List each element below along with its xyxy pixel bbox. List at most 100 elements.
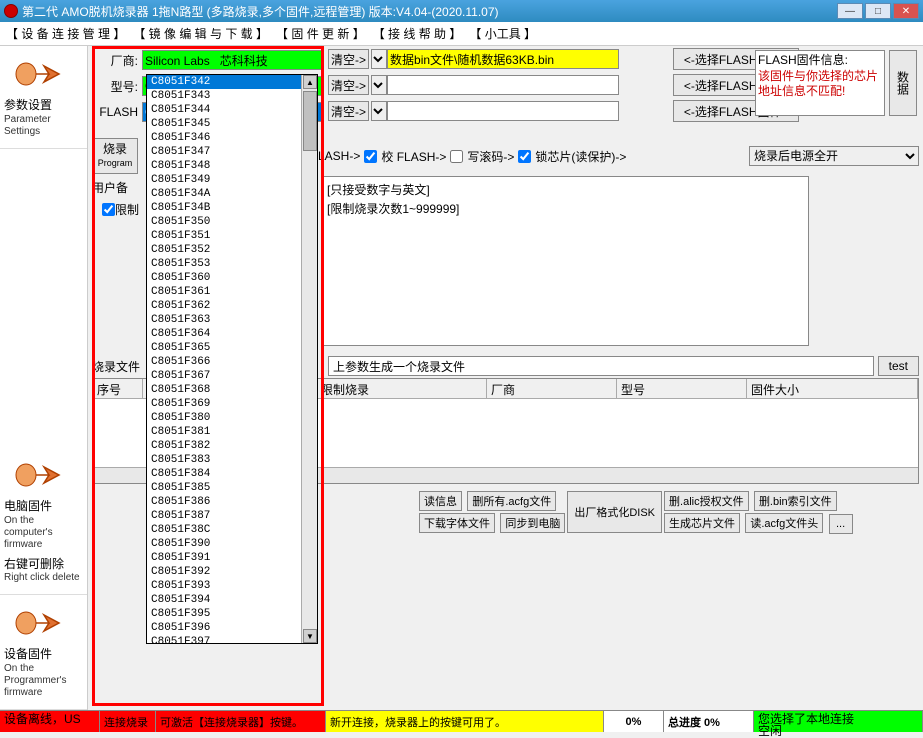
- dropdown-item[interactable]: C8051F384: [147, 467, 317, 481]
- clear3-select[interactable]: [371, 101, 387, 121]
- scroll-down-icon[interactable]: ▼: [303, 629, 317, 643]
- usernote-label: 用户备: [92, 179, 148, 196]
- limit-checkbox[interactable]: [102, 203, 115, 216]
- clear1-button[interactable]: 清空->: [328, 49, 369, 69]
- minimize-button[interactable]: —: [837, 3, 863, 19]
- menu-wiring[interactable]: 【 接 线 帮 助 】: [373, 25, 462, 42]
- notes-box[interactable]: [只接受数字与英文] [限制烧录次数1~999999]: [322, 176, 809, 346]
- limit-label: 限制: [115, 201, 139, 218]
- data-button[interactable]: 数据: [889, 50, 917, 116]
- dropdown-item[interactable]: C8051F342: [147, 75, 317, 89]
- dropdown-item[interactable]: C8051F393: [147, 579, 317, 593]
- dropdown-item[interactable]: C8051F343: [147, 89, 317, 103]
- dropdown-item[interactable]: C8051F395: [147, 607, 317, 621]
- dlfont-button[interactable]: 下载字体文件: [419, 513, 495, 533]
- sidebar-devfw[interactable]: 设备固件 On the Programmer's firmware: [0, 595, 87, 710]
- menu-image[interactable]: 【 镜 像 编 辑 与 下 载 】: [133, 25, 268, 42]
- dropdown-item[interactable]: C8051F385: [147, 481, 317, 495]
- dropdown-item[interactable]: C8051F365: [147, 341, 317, 355]
- dropdown-item[interactable]: C8051F348: [147, 159, 317, 173]
- dropdown-item[interactable]: C8051F382: [147, 439, 317, 453]
- dropdown-item[interactable]: C8051F349: [147, 173, 317, 187]
- window-title: 第二代 AMO脱机烧录器 1拖N路型 (多路烧录,多个固件,远程管理) 版本:V…: [22, 3, 835, 20]
- readinfo-button[interactable]: 读信息: [419, 491, 462, 511]
- status-connect: 连接烧录: [100, 711, 156, 732]
- sidebar-params[interactable]: 参数设置 Parameter Settings: [0, 46, 87, 149]
- dropdown-item[interactable]: C8051F344: [147, 103, 317, 117]
- dropdown-item[interactable]: C8051F396: [147, 621, 317, 635]
- dropdown-item[interactable]: C8051F366: [147, 355, 317, 369]
- dropdown-scrollbar[interactable]: ▲ ▼: [301, 75, 317, 643]
- clear2-select[interactable]: [371, 75, 387, 95]
- dropdown-item[interactable]: C8051F367: [147, 369, 317, 383]
- dropdown-item[interactable]: C8051F34B: [147, 201, 317, 215]
- dropdown-item[interactable]: C8051F394: [147, 593, 317, 607]
- dropdown-item[interactable]: C8051F380: [147, 411, 317, 425]
- readacfghdr-button[interactable]: 读.acfg文件头: [745, 513, 823, 533]
- dropdown-item[interactable]: C8051F383: [147, 453, 317, 467]
- col-model[interactable]: 型号: [617, 379, 747, 398]
- delalic-button[interactable]: 删.alic授权文件: [664, 491, 749, 511]
- dropdown-item[interactable]: C8051F368: [147, 383, 317, 397]
- path1-field[interactable]: 数据bin文件\随机数据63KB.bin: [387, 49, 619, 69]
- menu-device[interactable]: 【 设 备 连 接 管 理 】: [6, 25, 125, 42]
- status-total: 总进度 0%: [664, 711, 754, 732]
- col-size[interactable]: 固件大小: [747, 379, 918, 398]
- more-button[interactable]: ...: [829, 514, 853, 534]
- maximize-button[interactable]: □: [865, 3, 891, 19]
- dropdown-item[interactable]: C8051F352: [147, 243, 317, 257]
- syncpc-button[interactable]: 同步到电脑: [500, 513, 565, 533]
- chk-lock[interactable]: [518, 150, 531, 163]
- dropdown-item[interactable]: C8051F347: [147, 145, 317, 159]
- dropdown-item[interactable]: C8051F345: [147, 117, 317, 131]
- dropdown-item[interactable]: C8051F34A: [147, 187, 317, 201]
- clear1-select[interactable]: [371, 49, 387, 69]
- window-titlebar: 第二代 AMO脱机烧录器 1拖N路型 (多路烧录,多个固件,远程管理) 版本:V…: [0, 0, 923, 22]
- model-dropdown[interactable]: C8051F342C8051F343C8051F344C8051F345C805…: [146, 74, 318, 644]
- close-button[interactable]: ✕: [893, 3, 919, 19]
- dropdown-item[interactable]: C8051F369: [147, 397, 317, 411]
- dropdown-item[interactable]: C8051F386: [147, 495, 317, 509]
- test-button[interactable]: test: [878, 356, 919, 376]
- dropdown-item[interactable]: C8051F360: [147, 271, 317, 285]
- clear2-button[interactable]: 清空->: [328, 75, 369, 95]
- dropdown-item[interactable]: C8051F392: [147, 565, 317, 579]
- vendor-select[interactable]: [142, 50, 322, 70]
- dropdown-item[interactable]: C8051F381: [147, 425, 317, 439]
- clear3-button[interactable]: 清空->: [328, 101, 369, 121]
- path3-field[interactable]: [387, 101, 619, 121]
- delacfg-button[interactable]: 删所有.acfg文件: [467, 491, 556, 511]
- dropdown-item[interactable]: C8051F362: [147, 299, 317, 313]
- dropdown-item[interactable]: C8051F350: [147, 215, 317, 229]
- dropdown-item[interactable]: C8051F390: [147, 537, 317, 551]
- sidebar-pcfw[interactable]: 电脑固件 On the computer's firmware 右键可删除 Ri…: [0, 447, 87, 595]
- menu-firmware[interactable]: 【 固 件 更 新 】: [276, 25, 365, 42]
- path2-field[interactable]: [387, 75, 619, 95]
- power-select[interactable]: 烧录后电源全开: [749, 146, 919, 166]
- chk-verify[interactable]: [364, 150, 377, 163]
- dropdown-item[interactable]: C8051F387: [147, 509, 317, 523]
- dropdown-item[interactable]: C8051F391: [147, 551, 317, 565]
- burnfile-input[interactable]: [328, 356, 874, 376]
- dropdown-item[interactable]: C8051F361: [147, 285, 317, 299]
- dropdown-item[interactable]: C8051F397: [147, 635, 317, 644]
- genchip-button[interactable]: 生成芯片文件: [664, 513, 740, 533]
- scroll-thumb[interactable]: [303, 91, 317, 151]
- col-index[interactable]: 序号: [93, 379, 143, 398]
- col-limit[interactable]: 限制烧录: [317, 379, 487, 398]
- dropdown-item[interactable]: C8051F351: [147, 229, 317, 243]
- chk-rollcode[interactable]: [450, 150, 463, 163]
- dropdown-item[interactable]: C8051F353: [147, 257, 317, 271]
- menu-tools[interactable]: 【 小工具 】: [469, 25, 536, 42]
- dropdown-item[interactable]: C8051F363: [147, 313, 317, 327]
- burn-button[interactable]: 烧录Program: [92, 138, 138, 174]
- delbinidx-button[interactable]: 删.bin索引文件: [754, 491, 837, 511]
- col-vendor[interactable]: 厂商: [487, 379, 617, 398]
- scroll-up-icon[interactable]: ▲: [303, 75, 317, 89]
- dropdown-item[interactable]: C8051F38C: [147, 523, 317, 537]
- dropdown-item[interactable]: C8051F364: [147, 327, 317, 341]
- burnfile-label: 烧录文件: [92, 358, 148, 375]
- dropdown-item[interactable]: C8051F346: [147, 131, 317, 145]
- formatdisk-button[interactable]: 出厂格式化DISK: [567, 491, 662, 533]
- flash-info-msg: 该固件与你选择的芯片地址信息不匹配!: [758, 69, 882, 100]
